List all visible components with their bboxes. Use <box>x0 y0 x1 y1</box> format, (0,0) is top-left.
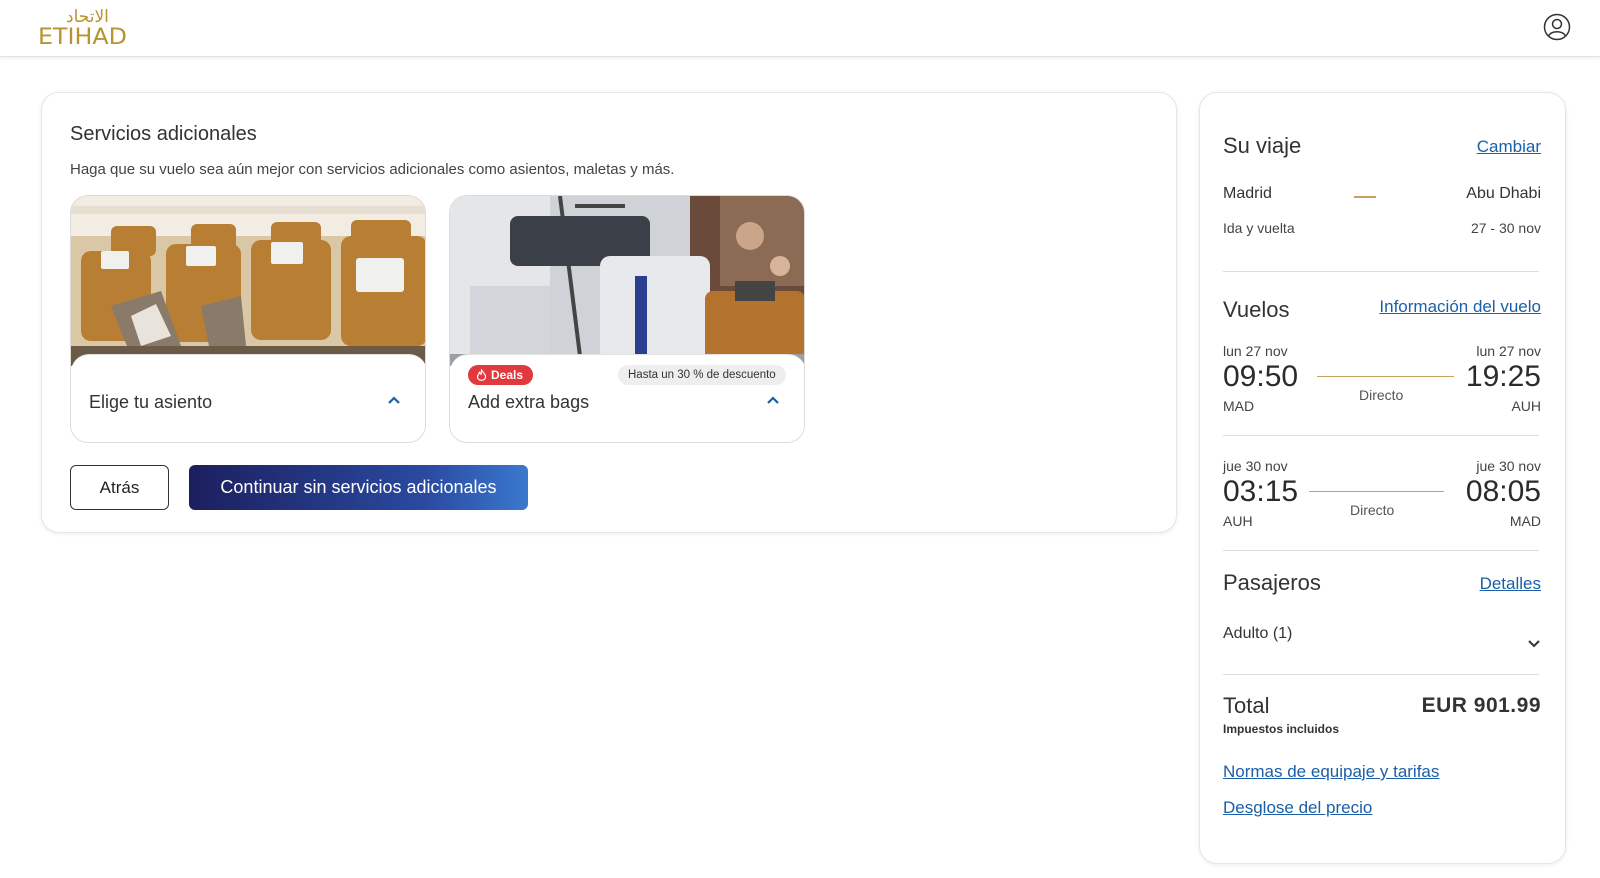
passengers-heading: Pasajeros <box>1223 570 1321 595</box>
return-route-line <box>1309 491 1444 492</box>
total-price: EUR 901.99 <box>1421 694 1541 717</box>
return-arr-time: 08:05 <box>1465 475 1541 508</box>
outbound-dep-code: MAD <box>1223 398 1255 414</box>
return-dep-date: jue 30 nov <box>1223 458 1288 474</box>
divider <box>1223 435 1539 436</box>
logo-arabic-text: الاتحاد <box>66 7 109 27</box>
return-dep-code: AUH <box>1223 513 1253 529</box>
outbound-route-line <box>1317 376 1454 377</box>
outbound-dep-date: lun 27 nov <box>1223 343 1288 359</box>
services-title: Servicios adicionales <box>70 123 257 145</box>
destination-city: Abu Dhabi <box>1466 185 1541 202</box>
flight-info-link[interactable]: Información del vuelo <box>1379 297 1541 317</box>
outbound-arr-date: lun 27 nov <box>1476 343 1541 359</box>
bags-card-label: Add extra bags <box>468 392 590 412</box>
deals-badge: Deals <box>468 365 534 385</box>
services-subtitle: Haga que su vuelo sea aún mejor con serv… <box>70 161 675 178</box>
trip-summary-panel: Su viaje Cambiar Madrid Abu Dhabi Ida y … <box>1199 92 1566 864</box>
chevron-up-icon[interactable] <box>387 395 401 405</box>
divider <box>1223 271 1539 272</box>
cabin-seats-image <box>71 196 425 366</box>
trip-heading: Su viaje <box>1223 133 1302 158</box>
taxes-note: Impuestos incluidos <box>1223 722 1340 736</box>
return-arr-code: MAD <box>1509 513 1541 529</box>
bags-card-footer: Deals Hasta un 30 % de descuento Add ext… <box>450 354 804 442</box>
outbound-stops: Directo <box>1359 387 1404 403</box>
continue-without-services-button[interactable]: Continuar sin servicios adicionales <box>189 465 528 510</box>
luggage-trolley-image <box>450 196 804 366</box>
divider <box>1223 550 1539 551</box>
outbound-arr-time: 19:25 <box>1465 360 1541 393</box>
flights-heading: Vuelos <box>1223 297 1290 322</box>
price-breakdown-link[interactable]: Desglose del precio <box>1223 798 1372 818</box>
chevron-up-icon[interactable] <box>766 395 780 405</box>
trip-dates: 27 - 30 nov <box>1470 220 1541 236</box>
user-circle-icon <box>1543 13 1571 41</box>
passenger-details-link[interactable]: Detalles <box>1480 574 1541 594</box>
outbound-arr-code: AUH <box>1511 398 1541 414</box>
deals-badge-label: Deals <box>491 368 524 382</box>
outbound-dep-time: 09:50 <box>1223 360 1299 393</box>
total-label: Total <box>1223 693 1270 718</box>
seat-card-label: Elige tu asiento <box>89 392 213 412</box>
seat-selection-card[interactable]: Elige tu asiento <box>70 195 426 443</box>
discount-tooltip: Hasta un 30 % de descuento <box>618 365 786 385</box>
origin-city: Madrid <box>1223 185 1272 202</box>
passenger-summary[interactable]: Adulto (1) <box>1223 625 1292 643</box>
baggage-rules-link[interactable]: Normas de equipaje y tarifas <box>1223 762 1439 782</box>
route-dash <box>1354 196 1376 198</box>
return-arr-date: jue 30 nov <box>1476 458 1541 474</box>
user-account-button[interactable] <box>1543 13 1571 41</box>
return-dep-time: 03:15 <box>1223 475 1299 508</box>
trip-type: Ida y vuelta <box>1223 220 1295 236</box>
divider <box>1223 674 1539 675</box>
etihad-logo[interactable]: الاتحاد ETIHAD <box>38 7 142 50</box>
additional-services-card: Servicios adicionales Haga que su vuelo … <box>41 92 1177 533</box>
back-button[interactable]: Atrás <box>70 465 169 510</box>
logo-latin-text: ETIHAD <box>38 25 127 50</box>
chevron-down-icon[interactable] <box>1527 639 1541 649</box>
seat-card-footer: Elige tu asiento <box>71 354 425 442</box>
site-header: الاتحاد ETIHAD <box>0 0 1600 57</box>
flame-icon <box>476 369 487 381</box>
extra-bags-card[interactable]: Deals Hasta un 30 % de descuento Add ext… <box>449 195 805 443</box>
change-trip-link[interactable]: Cambiar <box>1477 137 1541 157</box>
return-stops: Directo <box>1350 502 1395 518</box>
